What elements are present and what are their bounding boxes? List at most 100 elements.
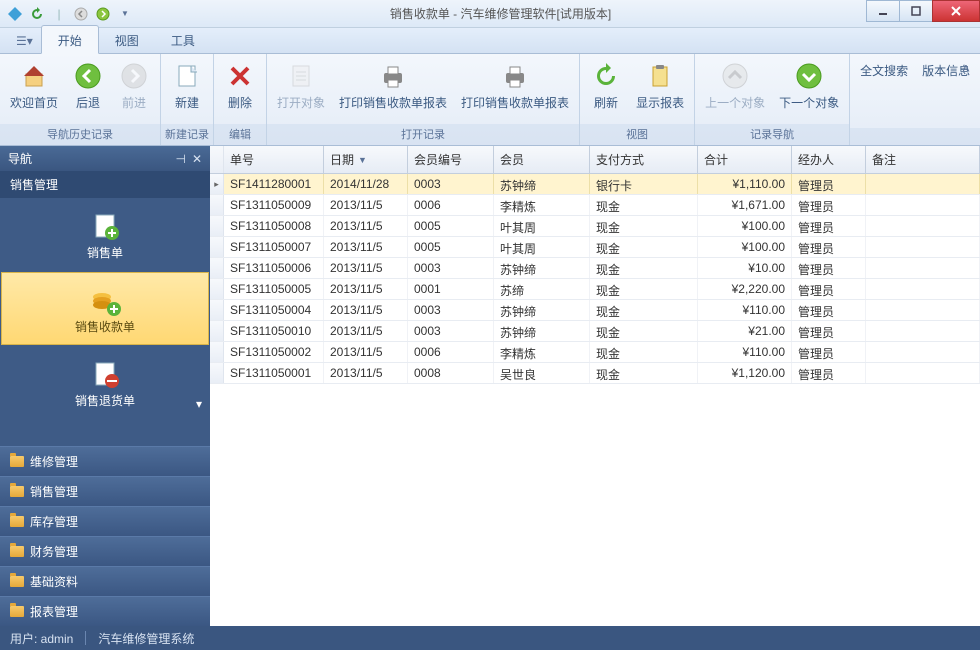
tab-tools[interactable]: 工具 bbox=[155, 26, 211, 53]
cell-total: ¥100.00 bbox=[698, 237, 792, 257]
table-row[interactable]: SF13110500062013/11/50003苏钟缔现金¥10.00管理员 bbox=[210, 258, 980, 279]
cell-name: 李精炼 bbox=[494, 342, 590, 362]
cell-total: ¥21.00 bbox=[698, 321, 792, 341]
sidebar-accordion-5[interactable]: 报表管理 bbox=[0, 596, 210, 626]
fulltext-search-button[interactable]: 全文搜索 bbox=[854, 56, 914, 83]
tab-start[interactable]: 开始 bbox=[41, 25, 99, 54]
sidebar-accordion-4[interactable]: 基础资料 bbox=[0, 566, 210, 596]
row-indicator bbox=[210, 237, 224, 257]
column-header-note[interactable]: 备注 bbox=[866, 146, 980, 173]
forward-button: 前进 bbox=[112, 56, 156, 115]
table-row[interactable]: SF13110500012013/11/50008吴世良现金¥1,120.00管… bbox=[210, 363, 980, 384]
cell-pay: 银行卡 bbox=[590, 174, 698, 194]
cell-date: 2013/11/5 bbox=[324, 279, 408, 299]
cell-op: 管理员 bbox=[792, 174, 866, 194]
forward-icon bbox=[118, 60, 150, 92]
cell-date: 2013/11/5 bbox=[324, 300, 408, 320]
cell-pay: 现金 bbox=[590, 216, 698, 236]
show-report-button[interactable]: 显示报表 bbox=[630, 56, 690, 115]
cell-no: SF1411280001 bbox=[224, 174, 324, 194]
menu-icon[interactable]: ☰▾ bbox=[16, 34, 33, 48]
next-object-button[interactable]: 下一个对象 bbox=[773, 56, 845, 115]
cell-total: ¥1,110.00 bbox=[698, 174, 792, 194]
column-header-pay[interactable]: 支付方式 bbox=[590, 146, 698, 173]
cell-date: 2014/11/28 bbox=[324, 174, 408, 194]
qat-dropdown-icon[interactable]: ▼ bbox=[116, 5, 134, 23]
delete-button[interactable]: 删除 bbox=[218, 56, 262, 115]
minimize-button[interactable] bbox=[866, 0, 900, 22]
cell-member: 0006 bbox=[408, 342, 494, 362]
column-header-no[interactable]: 单号 bbox=[224, 146, 324, 173]
sidebar-item-2[interactable]: 销售退货单▾ bbox=[0, 346, 210, 419]
tab-view[interactable]: 视图 bbox=[99, 26, 155, 53]
folder-icon bbox=[10, 516, 24, 527]
sidebar-accordion-2[interactable]: 库存管理 bbox=[0, 506, 210, 536]
sidebar-accordion-3[interactable]: 财务管理 bbox=[0, 536, 210, 566]
print-table-button[interactable]: 打印销售收款单报表 bbox=[455, 56, 575, 115]
cell-no: SF1311050001 bbox=[224, 363, 324, 383]
next-qat-icon[interactable] bbox=[94, 5, 112, 23]
cell-total: ¥1,671.00 bbox=[698, 195, 792, 215]
cell-date: 2013/11/5 bbox=[324, 216, 408, 236]
column-header-date[interactable]: 日期▼ bbox=[324, 146, 408, 173]
print-report-button[interactable]: 打印销售收款单报表 bbox=[333, 56, 453, 115]
status-system: 汽车维修管理系统 bbox=[98, 630, 194, 647]
cell-op: 管理员 bbox=[792, 216, 866, 236]
printer-icon bbox=[377, 60, 409, 92]
pin-icon[interactable]: ⊣ bbox=[175, 152, 185, 166]
table-row[interactable]: SF13110500042013/11/50003苏钟缔现金¥110.00管理员 bbox=[210, 300, 980, 321]
status-user: 用户: admin bbox=[10, 630, 73, 647]
sidebar-accordion-0[interactable]: 维修管理 bbox=[0, 446, 210, 476]
sidebar: 导航 ⊣ ✕ 销售管理 销售单销售收款单销售退货单▾ 维修管理销售管理库存管理财… bbox=[0, 146, 210, 626]
prev-qat-icon[interactable] bbox=[72, 5, 90, 23]
cell-name: 苏钟缔 bbox=[494, 321, 590, 341]
sidebar-accordion-1[interactable]: 销售管理 bbox=[0, 476, 210, 506]
welcome-button[interactable]: 欢迎首页 bbox=[4, 56, 64, 115]
grid-body[interactable]: ▸SF14112800012014/11/280003苏钟缔银行卡¥1,110.… bbox=[210, 174, 980, 626]
cell-no: SF1311050004 bbox=[224, 300, 324, 320]
sidebar-item-0[interactable]: 销售单 bbox=[0, 198, 210, 271]
cell-date: 2013/11/5 bbox=[324, 195, 408, 215]
row-indicator bbox=[210, 216, 224, 236]
cell-note bbox=[866, 279, 980, 299]
column-header-total[interactable]: 合计 bbox=[698, 146, 792, 173]
cell-total: ¥1,120.00 bbox=[698, 363, 792, 383]
cell-date: 2013/11/5 bbox=[324, 363, 408, 383]
refresh-qat-icon[interactable] bbox=[28, 5, 46, 23]
new-button[interactable]: 新建 bbox=[165, 56, 209, 115]
ribbon-group-newrec: 新建记录 bbox=[161, 124, 213, 145]
cell-note bbox=[866, 237, 980, 257]
back-button[interactable]: 后退 bbox=[66, 56, 110, 115]
cell-pay: 现金 bbox=[590, 258, 698, 278]
row-indicator bbox=[210, 279, 224, 299]
table-row[interactable]: SF13110500052013/11/50001苏缔现金¥2,220.00管理… bbox=[210, 279, 980, 300]
cell-no: SF1311050010 bbox=[224, 321, 324, 341]
row-indicator bbox=[210, 342, 224, 362]
cell-pay: 现金 bbox=[590, 342, 698, 362]
table-row[interactable]: SF13110500022013/11/50006李精炼现金¥110.00管理员 bbox=[210, 342, 980, 363]
folder-icon bbox=[10, 486, 24, 497]
cell-op: 管理员 bbox=[792, 279, 866, 299]
maximize-button[interactable] bbox=[899, 0, 933, 22]
cell-total: ¥100.00 bbox=[698, 216, 792, 236]
table-row[interactable]: ▸SF14112800012014/11/280003苏钟缔银行卡¥1,110.… bbox=[210, 174, 980, 195]
row-indicator bbox=[210, 300, 224, 320]
refresh-button[interactable]: 刷新 bbox=[584, 56, 628, 115]
table-row[interactable]: SF13110500092013/11/50006李精炼现金¥1,671.00管… bbox=[210, 195, 980, 216]
table-row[interactable]: SF13110500102013/11/50003苏钟缔现金¥21.00管理员 bbox=[210, 321, 980, 342]
sidebar-item-1[interactable]: 销售收款单 bbox=[1, 272, 209, 345]
column-header-op[interactable]: 经办人 bbox=[792, 146, 866, 173]
cell-no: SF1311050008 bbox=[224, 216, 324, 236]
cell-date: 2013/11/5 bbox=[324, 258, 408, 278]
grid-header: 单号 日期▼ 会员编号 会员 支付方式 合计 经办人 备注 bbox=[210, 146, 980, 174]
close-sidebar-icon[interactable]: ✕ bbox=[192, 152, 202, 166]
cell-total: ¥110.00 bbox=[698, 300, 792, 320]
table-row[interactable]: SF13110500082013/11/50005叶其周现金¥100.00管理员 bbox=[210, 216, 980, 237]
table-row[interactable]: SF13110500072013/11/50005叶其周现金¥100.00管理员 bbox=[210, 237, 980, 258]
column-header-name[interactable]: 会员 bbox=[494, 146, 590, 173]
ribbon-collapse-icon[interactable]: ˄ bbox=[958, 58, 974, 78]
column-header-member[interactable]: 会员编号 bbox=[408, 146, 494, 173]
cell-member: 0003 bbox=[408, 174, 494, 194]
ribbon-group-nav: 导航历史记录 bbox=[0, 124, 160, 145]
close-button[interactable] bbox=[932, 0, 980, 22]
